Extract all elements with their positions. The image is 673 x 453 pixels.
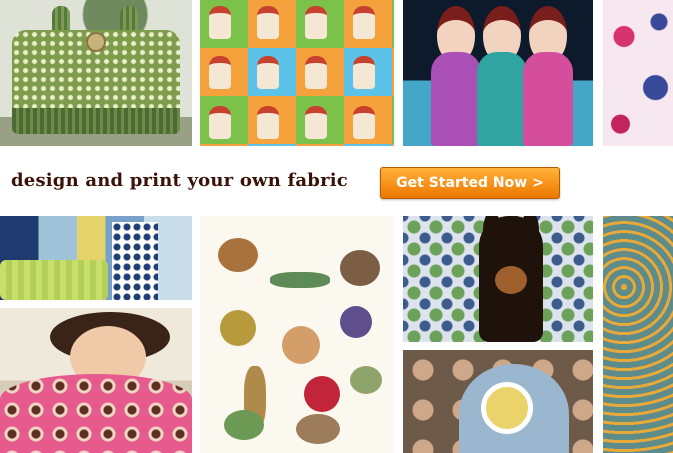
block-figure [209, 106, 231, 139]
photo-girl-in-printed-dress [0, 308, 192, 453]
shell [340, 250, 380, 286]
dog-ear [483, 216, 501, 246]
dog-snout [495, 266, 527, 294]
block-figure [305, 56, 327, 89]
doll-body [477, 52, 527, 146]
photo-dog-on-fabric [403, 216, 593, 342]
green-pillow [0, 260, 108, 300]
leaf [350, 366, 382, 394]
photo-swirl-fabric [603, 216, 673, 453]
block-figure [353, 56, 375, 89]
insect [224, 410, 264, 440]
doll-body [431, 52, 481, 146]
doll [523, 6, 573, 146]
doll [431, 6, 481, 146]
block-figure [353, 6, 375, 39]
scallop-shell [296, 414, 340, 444]
lemon-flower-motif [481, 382, 533, 434]
dog-ear [521, 216, 539, 246]
block-figure [305, 106, 327, 139]
photo-floral-fabric [603, 0, 673, 146]
doll [477, 6, 527, 146]
printed-dress [0, 374, 192, 453]
red-flower [304, 376, 340, 412]
block-figure [257, 6, 279, 39]
sea-urchin [282, 326, 320, 364]
photo-natural-history-print [200, 216, 394, 453]
photo-cartoon-block-print [200, 0, 394, 146]
fish [270, 272, 330, 288]
photo-green-tote-bag [0, 0, 192, 146]
starfish [220, 310, 256, 346]
block-figure [257, 56, 279, 89]
bag-button [86, 32, 106, 52]
photo-fabric-dolls [403, 0, 593, 146]
photo-quilt-pillows [0, 216, 192, 300]
heart-leaf [218, 238, 258, 272]
bag-stripe-band [12, 108, 180, 134]
block-figure [209, 6, 231, 39]
block-figure [353, 106, 375, 139]
block-figure [257, 106, 279, 139]
block-figure [305, 6, 327, 39]
block-figure [209, 56, 231, 89]
photo-coin-purse [403, 350, 593, 453]
flower [340, 306, 372, 338]
polka-dot-pillow [112, 222, 158, 300]
tagline-heading: design and print your own fabric [11, 170, 348, 191]
get-started-button[interactable]: Get Started Now > [380, 167, 560, 199]
doll-body [523, 52, 573, 146]
